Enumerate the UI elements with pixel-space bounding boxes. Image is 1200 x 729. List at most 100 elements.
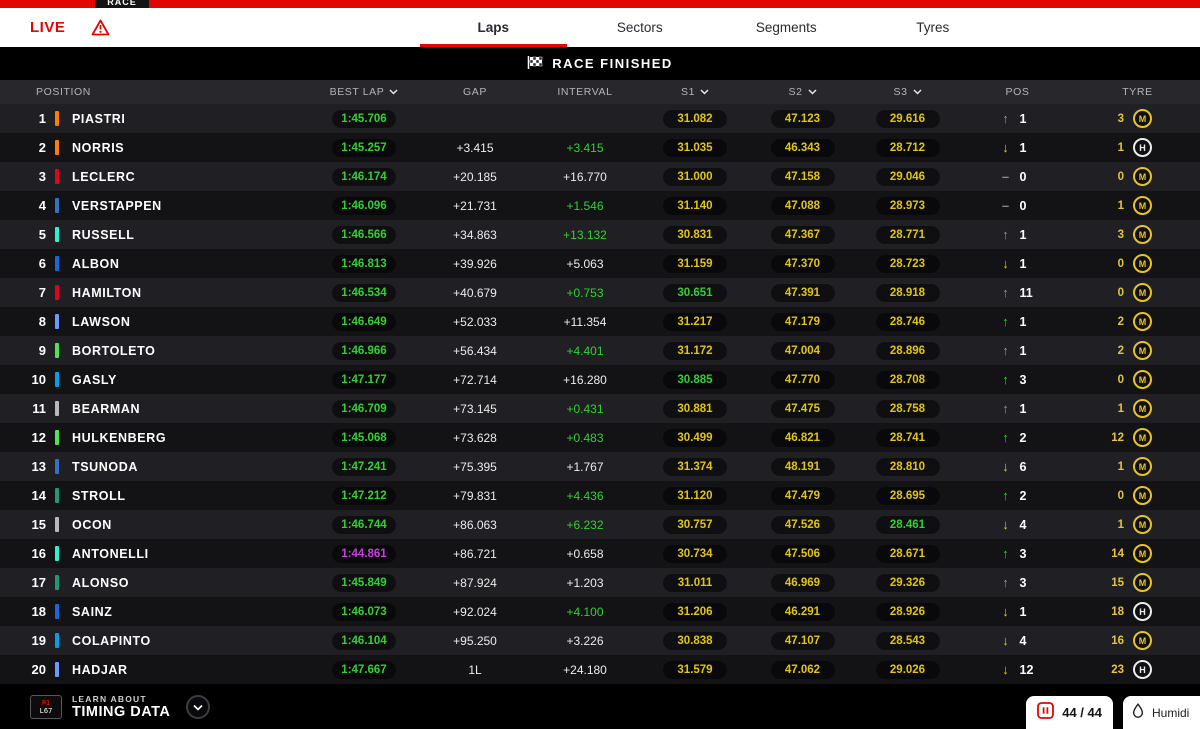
position-change: 3 [960,372,1075,387]
best-lap-time: 1:47.241 [332,457,396,476]
sector2-time: 47.062 [770,660,835,679]
table-row[interactable]: 2 NORRIS 1:45.257 +3.415 +3.415 31.035 4… [0,133,1200,162]
sector1-time: 31.011 [663,573,727,592]
sector3-time: 29.046 [875,167,940,186]
table-row[interactable]: 16 ANTONELLI 1:44.861 +86.721 +0.658 30.… [0,539,1200,568]
table-row[interactable]: 3 LECLERC 1:46.174 +20.185 +16.770 31.00… [0,162,1200,191]
chevron-down-icon [389,86,398,98]
position-number: 19 [31,633,46,648]
sector3-time: 28.461 [875,515,940,534]
team-color-bar [46,488,68,503]
tyre-compound-icon: M [1133,631,1152,650]
position-change-arrow-icon [1000,662,1012,677]
tab-tyres[interactable]: Tyres [860,8,1007,47]
position-change-value: 3 [1019,575,1027,590]
col-s2[interactable]: S2 [750,86,855,98]
position-number: 14 [31,488,46,503]
best-lap-time: 1:46.649 [332,312,396,331]
table-row[interactable]: 17 ALONSO 1:45.849 +87.924 +1.203 31.011… [0,568,1200,597]
table-row[interactable]: 10 GASLY 1:47.177 +72.714 +16.280 30.885… [0,365,1200,394]
col-s1[interactable]: S1 [640,86,750,98]
interval-value: +3.226 [566,633,604,648]
sector3-time: 28.758 [875,399,940,418]
position-number: 15 [31,517,46,532]
position-change: 2 [960,488,1075,503]
position-number: 18 [31,604,46,619]
driver-name: BEARMAN [72,401,141,416]
col-s3[interactable]: S3 [855,86,960,98]
position-change-arrow-icon [1000,314,1012,329]
team-color-bar [46,140,68,155]
sector2-time: 47.107 [770,631,835,650]
lap-counter-card[interactable]: 44 / 44 [1026,696,1113,729]
sector2-time: 47.479 [770,486,835,505]
position-change-arrow-icon [1000,169,1012,184]
chequered-flag-icon [527,55,543,72]
sector2-time: 47.123 [770,109,835,128]
table-row[interactable]: 1 PIASTRI 1:45.706 31.082 47.123 29.616 … [0,104,1200,133]
table-row[interactable]: 5 RUSSELL 1:46.566 +34.863 +13.132 30.83… [0,220,1200,249]
sector1-time: 31.159 [663,254,727,273]
table-row[interactable]: 19 COLAPINTO 1:46.104 +95.250 +3.226 30.… [0,626,1200,655]
timing-data-label: TIMING DATA [72,703,171,720]
table-row[interactable]: 6 ALBON 1:46.813 +39.926 +5.063 31.159 4… [0,249,1200,278]
gap-value: 1L [468,662,482,677]
driver-name: OCON [72,517,112,532]
interval-value: +4.436 [566,488,604,503]
table-row[interactable]: 8 LAWSON 1:46.649 +52.033 +11.354 31.217… [0,307,1200,336]
position-change-arrow-icon [1000,575,1012,590]
tyre-stint-count: 18 [1111,605,1124,618]
sector3-time: 28.918 [875,283,940,302]
position-change-value: 3 [1019,372,1027,387]
warning-icon[interactable] [91,19,110,36]
table-row[interactable]: 4 VERSTAPPEN 1:46.096 +21.731 +1.546 31.… [0,191,1200,220]
tyre-info: 3 M [1075,109,1200,128]
col-interval: INTERVAL [557,86,613,98]
sector3-time: 28.926 [875,602,940,621]
position-change-arrow-icon [1000,430,1012,445]
col-best-lap[interactable]: BEST LAP [308,86,420,98]
interval-value: +24.180 [563,662,607,677]
interval-value: +5.063 [566,256,604,271]
position-change: 1 [960,111,1075,126]
race-session-tab[interactable]: RACE [95,0,149,8]
sector1-time: 31.140 [663,196,727,215]
gap-value: +92.024 [453,604,497,619]
position-change-value: 11 [1019,285,1033,300]
col-pos: POS [1005,86,1030,98]
status-banner: RACE FINISHED [0,47,1200,80]
pause-icon[interactable] [1037,701,1055,724]
driver-name: ANTONELLI [72,546,149,561]
tab-sectors[interactable]: Sectors [567,8,714,47]
sector2-time: 46.291 [770,602,835,621]
tyre-compound-icon: M [1133,544,1152,563]
tyre-compound-icon: M [1133,515,1152,534]
position-change: 3 [960,546,1075,561]
tyre-stint-count: 2 [1117,344,1124,357]
table-row[interactable]: 20 HADJAR 1:47.667 1L +24.180 31.579 47.… [0,655,1200,684]
tyre-stint-count: 14 [1111,547,1124,560]
interval-value: +16.280 [563,372,607,387]
team-color-bar [46,372,68,387]
table-row[interactable]: 18 SAINZ 1:46.073 +92.024 +4.100 31.206 … [0,597,1200,626]
table-row[interactable]: 13 TSUNODA 1:47.241 +75.395 +1.767 31.37… [0,452,1200,481]
tyre-stint-count: 12 [1111,431,1124,444]
tyre-info: 18 H [1075,602,1200,621]
position-change: 1 [960,256,1075,271]
humidity-card[interactable]: Humidi [1123,696,1200,729]
best-lap-time: 1:46.096 [332,196,396,215]
tab-segments[interactable]: Segments [713,8,860,47]
table-row[interactable]: 11 BEARMAN 1:46.709 +73.145 +0.431 30.88… [0,394,1200,423]
table-row[interactable]: 15 OCON 1:46.744 +86.063 +6.232 30.757 4… [0,510,1200,539]
position-change: 1 [960,604,1075,619]
table-row[interactable]: 12 HULKENBERG 1:45.068 +73.628 +0.483 30… [0,423,1200,452]
table-row[interactable]: 14 STROLL 1:47.212 +79.831 +4.436 31.120… [0,481,1200,510]
tyre-compound-icon: M [1133,109,1152,128]
team-color-bar [46,662,68,677]
expand-timing-data-button[interactable] [186,694,211,719]
table-row[interactable]: 9 BORTOLETO 1:46.966 +56.434 +4.401 31.1… [0,336,1200,365]
position-change: 1 [960,227,1075,242]
table-row[interactable]: 7 HAMILTON 1:46.534 +40.679 +0.753 30.65… [0,278,1200,307]
tab-laps[interactable]: Laps [420,8,567,47]
position-change-value: 6 [1019,459,1027,474]
